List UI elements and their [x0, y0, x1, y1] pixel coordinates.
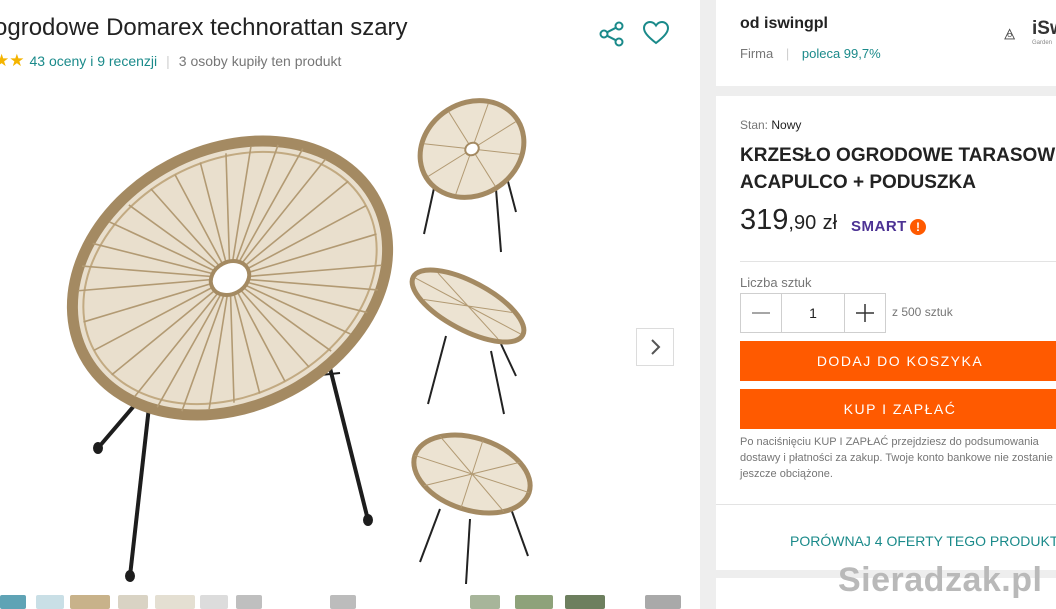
- offer-title: KRZESŁO OGRODOWE TARASOWE ACAPULCO + POD…: [740, 142, 1056, 196]
- product-image[interactable]: [50, 88, 395, 588]
- thumbnail[interactable]: [470, 595, 500, 609]
- add-to-cart-button[interactable]: DODAJ DO KOSZYKA: [740, 341, 1056, 381]
- share-icon[interactable]: [598, 20, 626, 48]
- offer-title-line: KRZESŁO OGRODOWE TARASOWE: [740, 145, 1056, 166]
- rating-row: ★★ 43 oceny i 9 recenzji | 3 osoby kupił…: [0, 51, 341, 71]
- seller-meta: Firma | poleca 99,7%: [740, 46, 881, 61]
- thumbnail[interactable]: [330, 595, 356, 609]
- gallery-next-button[interactable]: [636, 328, 674, 366]
- minus-icon: [752, 312, 770, 314]
- seller-recommendation[interactable]: poleca 99,7%: [802, 46, 881, 61]
- seller-logo-subtitle: Garden: [1032, 40, 1053, 46]
- buyers-count: 3 osoby kupiły ten produkt: [178, 53, 342, 69]
- thumbnail[interactable]: [36, 595, 64, 609]
- plus-icon: [856, 304, 874, 322]
- product-panel: ogrodowe Domarex technorattan szary ★★ 4…: [0, 0, 700, 609]
- quantity-label: Liczba sztuk: [740, 275, 812, 290]
- price: 319,90 zł: [740, 204, 837, 237]
- increase-button[interactable]: [844, 293, 886, 333]
- price-main: 319: [740, 204, 789, 236]
- thumbnail[interactable]: [0, 595, 26, 609]
- chevron-right-icon: [651, 339, 661, 355]
- thumbnail[interactable]: [70, 595, 110, 609]
- offer-card: Stan: Nowy KRZESŁO OGRODOWE TARASOWE ACA…: [716, 96, 1056, 570]
- thumbnail[interactable]: [515, 595, 553, 609]
- heart-icon[interactable]: [642, 19, 670, 47]
- smart-label[interactable]: SMART: [851, 218, 907, 235]
- buy-now-button[interactable]: KUP I ZAPŁAĆ: [740, 389, 1056, 429]
- seller-logo-text: iSw: [1032, 18, 1056, 39]
- smart-badge-icon: !: [910, 219, 926, 235]
- purchase-note: Po naciśnięciu KUP I ZAPŁAĆ przejdziesz …: [740, 436, 1053, 480]
- thumbnail[interactable]: [155, 595, 195, 609]
- seller-name[interactable]: od iswingpl: [740, 15, 828, 33]
- quantity-stepper: [740, 293, 886, 333]
- seller-card: od iswingpl Firma | poleca 99,7% iSw Gar…: [716, 0, 1056, 86]
- thumbnail-strip: [0, 595, 700, 609]
- compare-offers-link[interactable]: PORÓWNAJ 4 OFERTY TEGO PRODUKTU: [790, 533, 1056, 549]
- stock-available: z 500 sztuk: [892, 305, 953, 319]
- thumbnail[interactable]: [118, 595, 148, 609]
- divider: [716, 504, 1056, 505]
- product-image-thumb[interactable]: [406, 256, 530, 418]
- thumbnail[interactable]: [645, 595, 681, 609]
- condition-value: Nowy: [771, 118, 802, 132]
- divider: [740, 261, 1056, 262]
- star-icon: ★★: [0, 51, 25, 70]
- condition-label: Stan:: [740, 118, 769, 132]
- product-image-thumb[interactable]: [416, 94, 528, 256]
- watermark: Sieradzak.pl: [838, 561, 1043, 599]
- offer-title-line: ACAPULCO + PODUSZKA: [740, 172, 976, 193]
- quantity-input[interactable]: [782, 293, 844, 333]
- product-title: ogrodowe Domarex technorattan szary: [0, 14, 408, 41]
- condition: Stan: Nowy: [740, 118, 801, 132]
- thumbnail[interactable]: [236, 595, 262, 609]
- price-currency: zł: [822, 212, 838, 234]
- ratings-link[interactable]: 43 oceny i 9 recenzji: [29, 53, 157, 69]
- divider: |: [166, 53, 170, 69]
- thumbnail[interactable]: [565, 595, 605, 609]
- product-image-thumb[interactable]: [410, 424, 534, 586]
- swing-logo-icon[interactable]: [1004, 22, 1030, 48]
- price-decimals: ,90: [788, 212, 817, 234]
- thumbnail[interactable]: [200, 595, 228, 609]
- seller-type: Firma: [740, 46, 774, 61]
- decrease-button[interactable]: [740, 293, 782, 333]
- divider: |: [785, 46, 790, 61]
